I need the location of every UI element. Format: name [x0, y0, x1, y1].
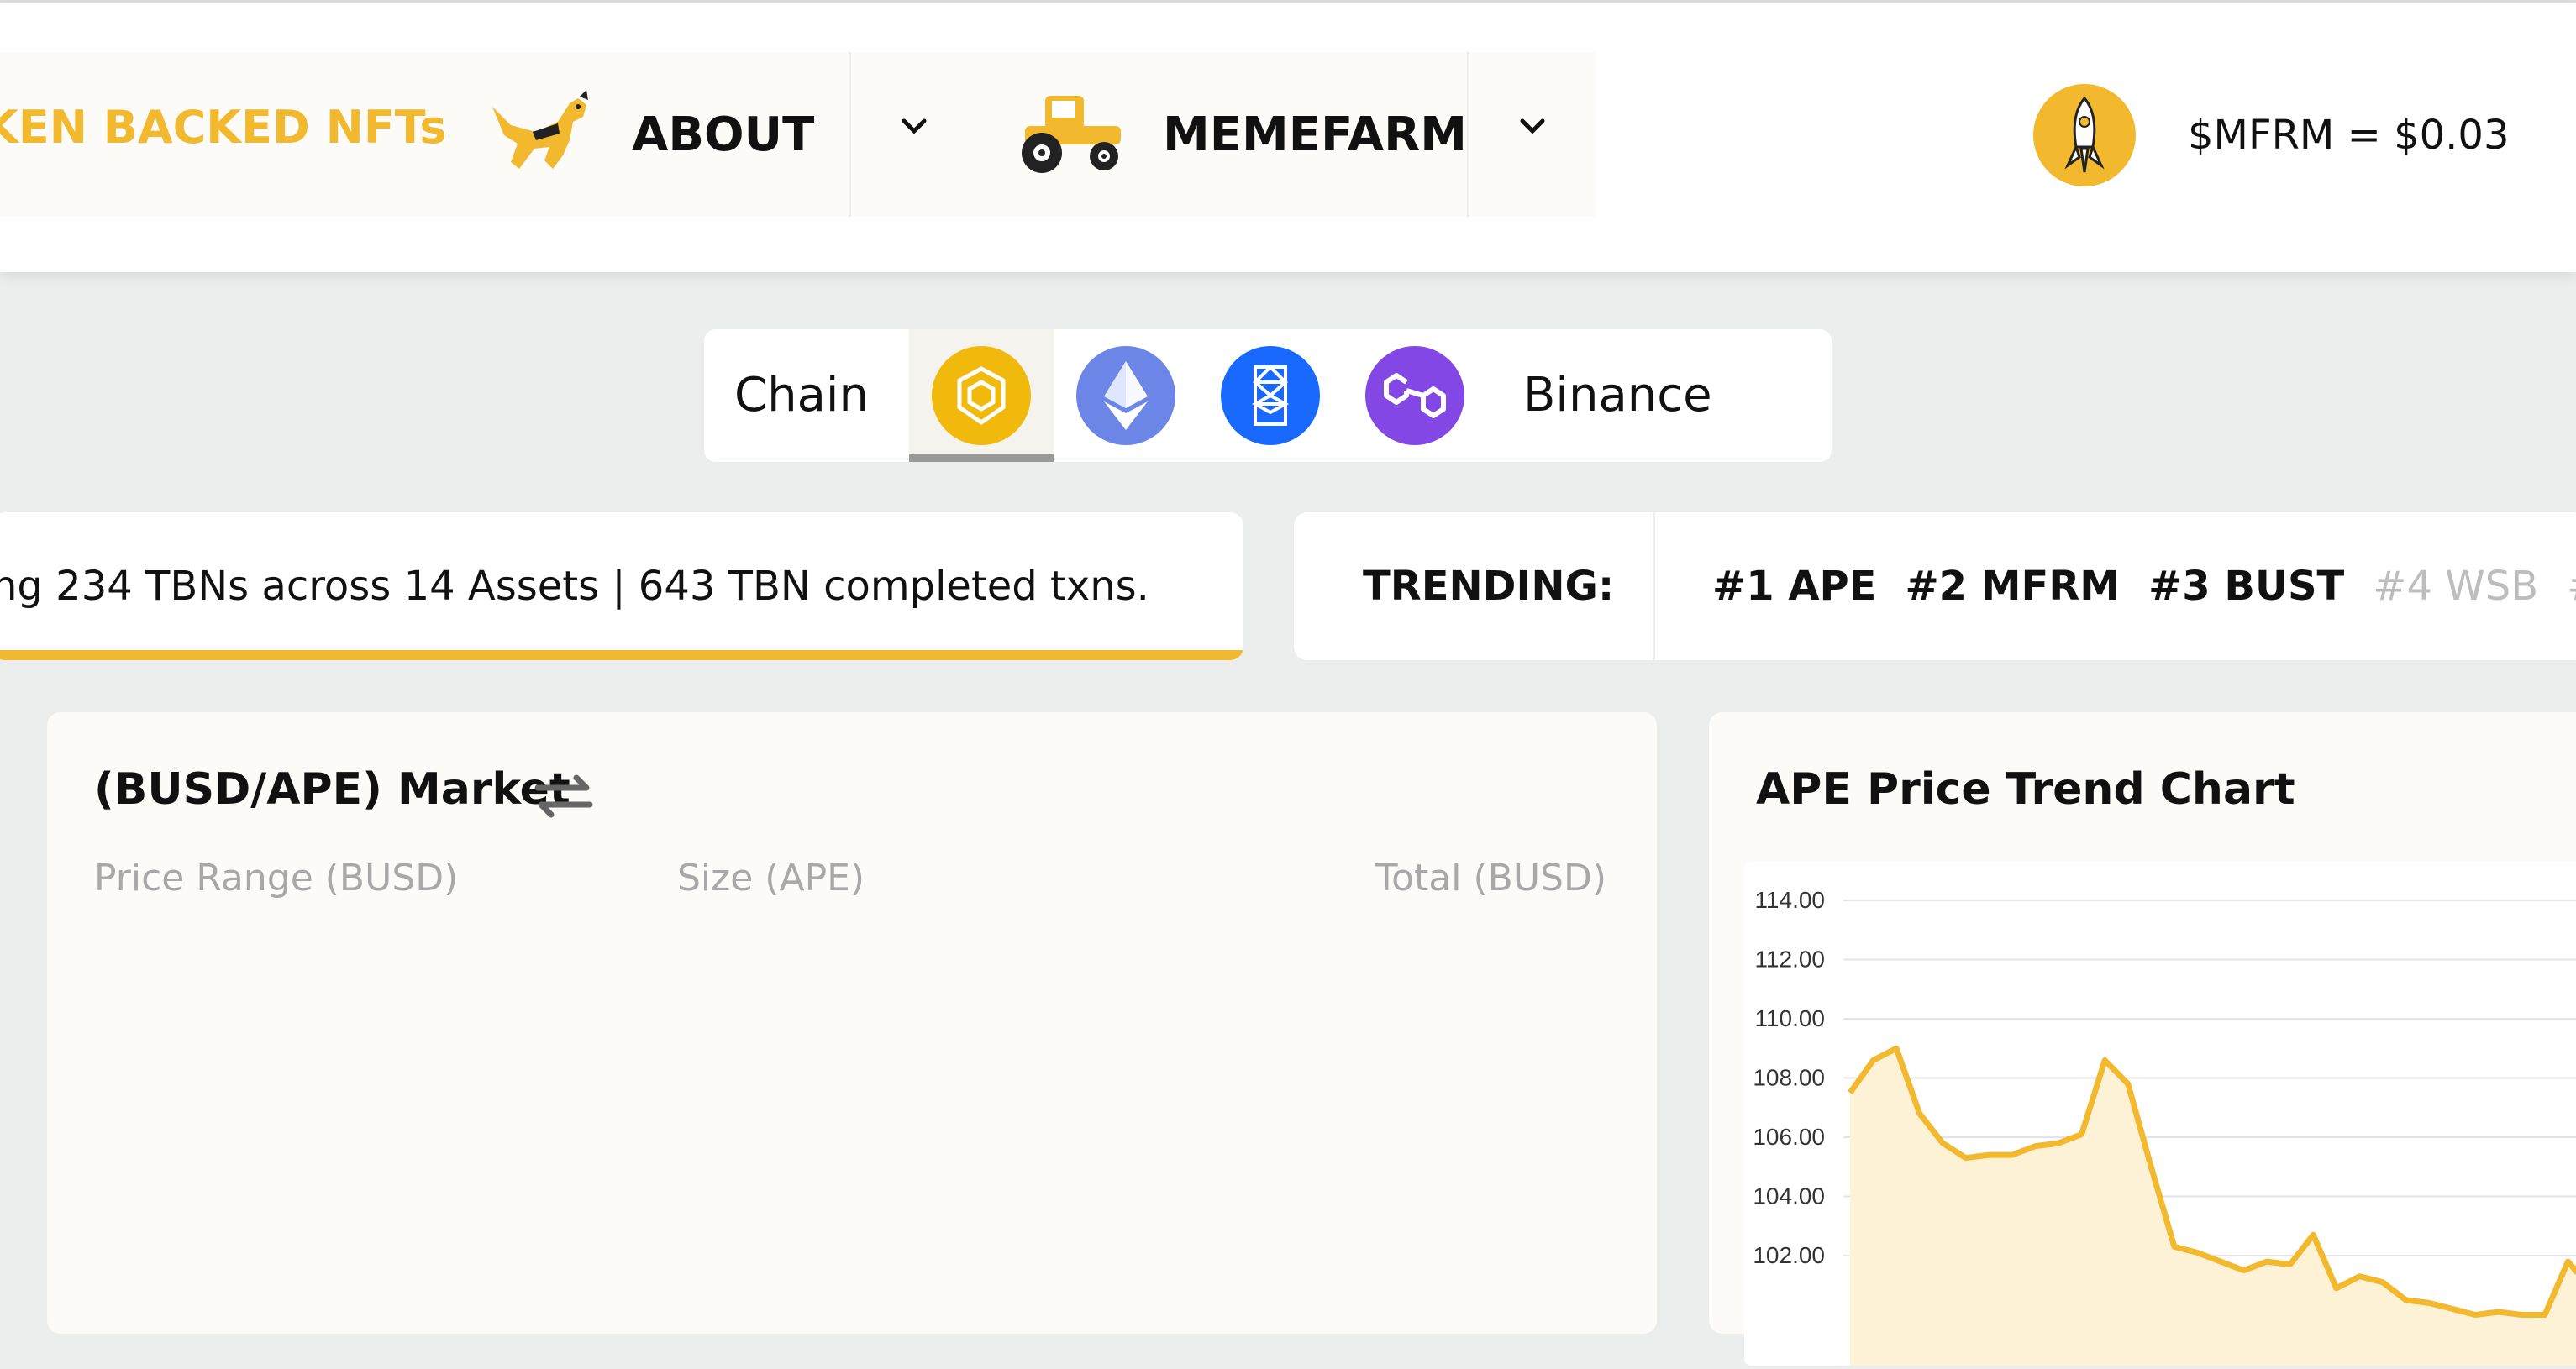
price-area-fill	[1850, 1048, 2576, 1369]
trending-divider	[1653, 512, 1655, 660]
trending-item[interactable]: #1 APE	[1712, 563, 1876, 610]
chain-option-ethereum[interactable]	[1054, 329, 1198, 462]
nav-divider	[1467, 52, 1469, 217]
fantom-icon	[1221, 346, 1320, 445]
chain-option-binance[interactable]	[909, 329, 1054, 462]
trending-item[interactable]: #2 MFRM	[1905, 563, 2120, 610]
chain-option-fantom[interactable]	[1198, 329, 1343, 462]
chart-title: APE Price Trend Chart	[1756, 764, 2295, 815]
trending-banner: TRENDING: #1 APE #2 MFRM #3 BUST #4 WSB …	[1294, 512, 2576, 660]
trending-item[interactable]: #4 WSB	[2373, 563, 2538, 610]
y-tick-label: 106.00	[1753, 1124, 1825, 1150]
dog-icon	[492, 90, 588, 169]
rocket-banana-icon	[2033, 84, 2136, 186]
swap-icon[interactable]	[534, 773, 593, 820]
column-header-price[interactable]: Price Range (BUSD)	[94, 857, 458, 900]
nav-memefarm[interactable]: MEMEFARM	[1017, 52, 1467, 217]
tractor-icon	[1022, 96, 1121, 173]
chain-selector: Chain Binance	[704, 329, 1832, 462]
trending-list: #1 APE #2 MFRM #3 BUST #4 WSB #5	[1712, 563, 2576, 610]
market-panel: (BUSD/APE) Market Price Range (BUSD) Siz…	[47, 712, 1657, 1334]
stats-banner: ng 234 TBNs across 14 Assets | 643 TBN c…	[0, 512, 1243, 660]
stats-text: ng 234 TBNs across 14 Assets | 643 TBN c…	[0, 563, 1149, 610]
chart-area: 114.00 112.00 110.00 108.00 106.00 104.00 102.…	[1744, 862, 2576, 1369]
polygon-icon	[1365, 346, 1464, 445]
column-header-size[interactable]: Size (APE)	[677, 857, 865, 900]
nav-memefarm-label: MEMEFARM	[1163, 107, 1467, 162]
chain-label: Chain	[734, 368, 869, 422]
brand-title[interactable]: KEN BACKED NFTs	[0, 101, 447, 154]
price-trend-chart: 114.00 112.00 110.00 108.00 106.00 104.00 102.…	[1753, 887, 2576, 1369]
stats-accent-bar	[0, 650, 1243, 660]
y-tick-label: 108.00	[1753, 1065, 1825, 1091]
column-header-total[interactable]: Total (BUSD)	[1375, 857, 1606, 900]
nav-about[interactable]: ABOUT	[486, 52, 814, 217]
price-chart-panel: APE Price Trend Chart 114.00 112.00 110.00…	[1709, 712, 2576, 1369]
token-price: $MFRM = $0.03	[2033, 84, 2509, 186]
binance-icon	[932, 346, 1031, 445]
trending-label: TRENDING:	[1363, 563, 1615, 610]
selected-chain-name: Binance	[1523, 368, 1712, 422]
price-text: $MFRM = $0.03	[2188, 112, 2510, 159]
market-title: (BUSD/APE) Market	[94, 764, 570, 815]
chevron-down-icon[interactable]	[1516, 109, 1549, 143]
y-tick-label: 104.00	[1753, 1183, 1825, 1209]
nav-divider	[849, 52, 851, 217]
y-tick-label: 110.00	[1754, 1005, 1825, 1031]
trending-item[interactable]: #3 BUST	[2148, 563, 2344, 610]
chevron-down-icon[interactable]	[897, 109, 931, 143]
chain-option-polygon[interactable]	[1343, 329, 1487, 462]
trending-item[interactable]: #5	[2567, 563, 2576, 610]
y-tick-label: 114.00	[1754, 887, 1825, 913]
ethereum-icon	[1076, 346, 1175, 445]
y-tick-label: 102.00	[1753, 1242, 1825, 1268]
y-tick-label: 112.00	[1754, 947, 1825, 973]
nav-about-label: ABOUT	[632, 107, 815, 162]
